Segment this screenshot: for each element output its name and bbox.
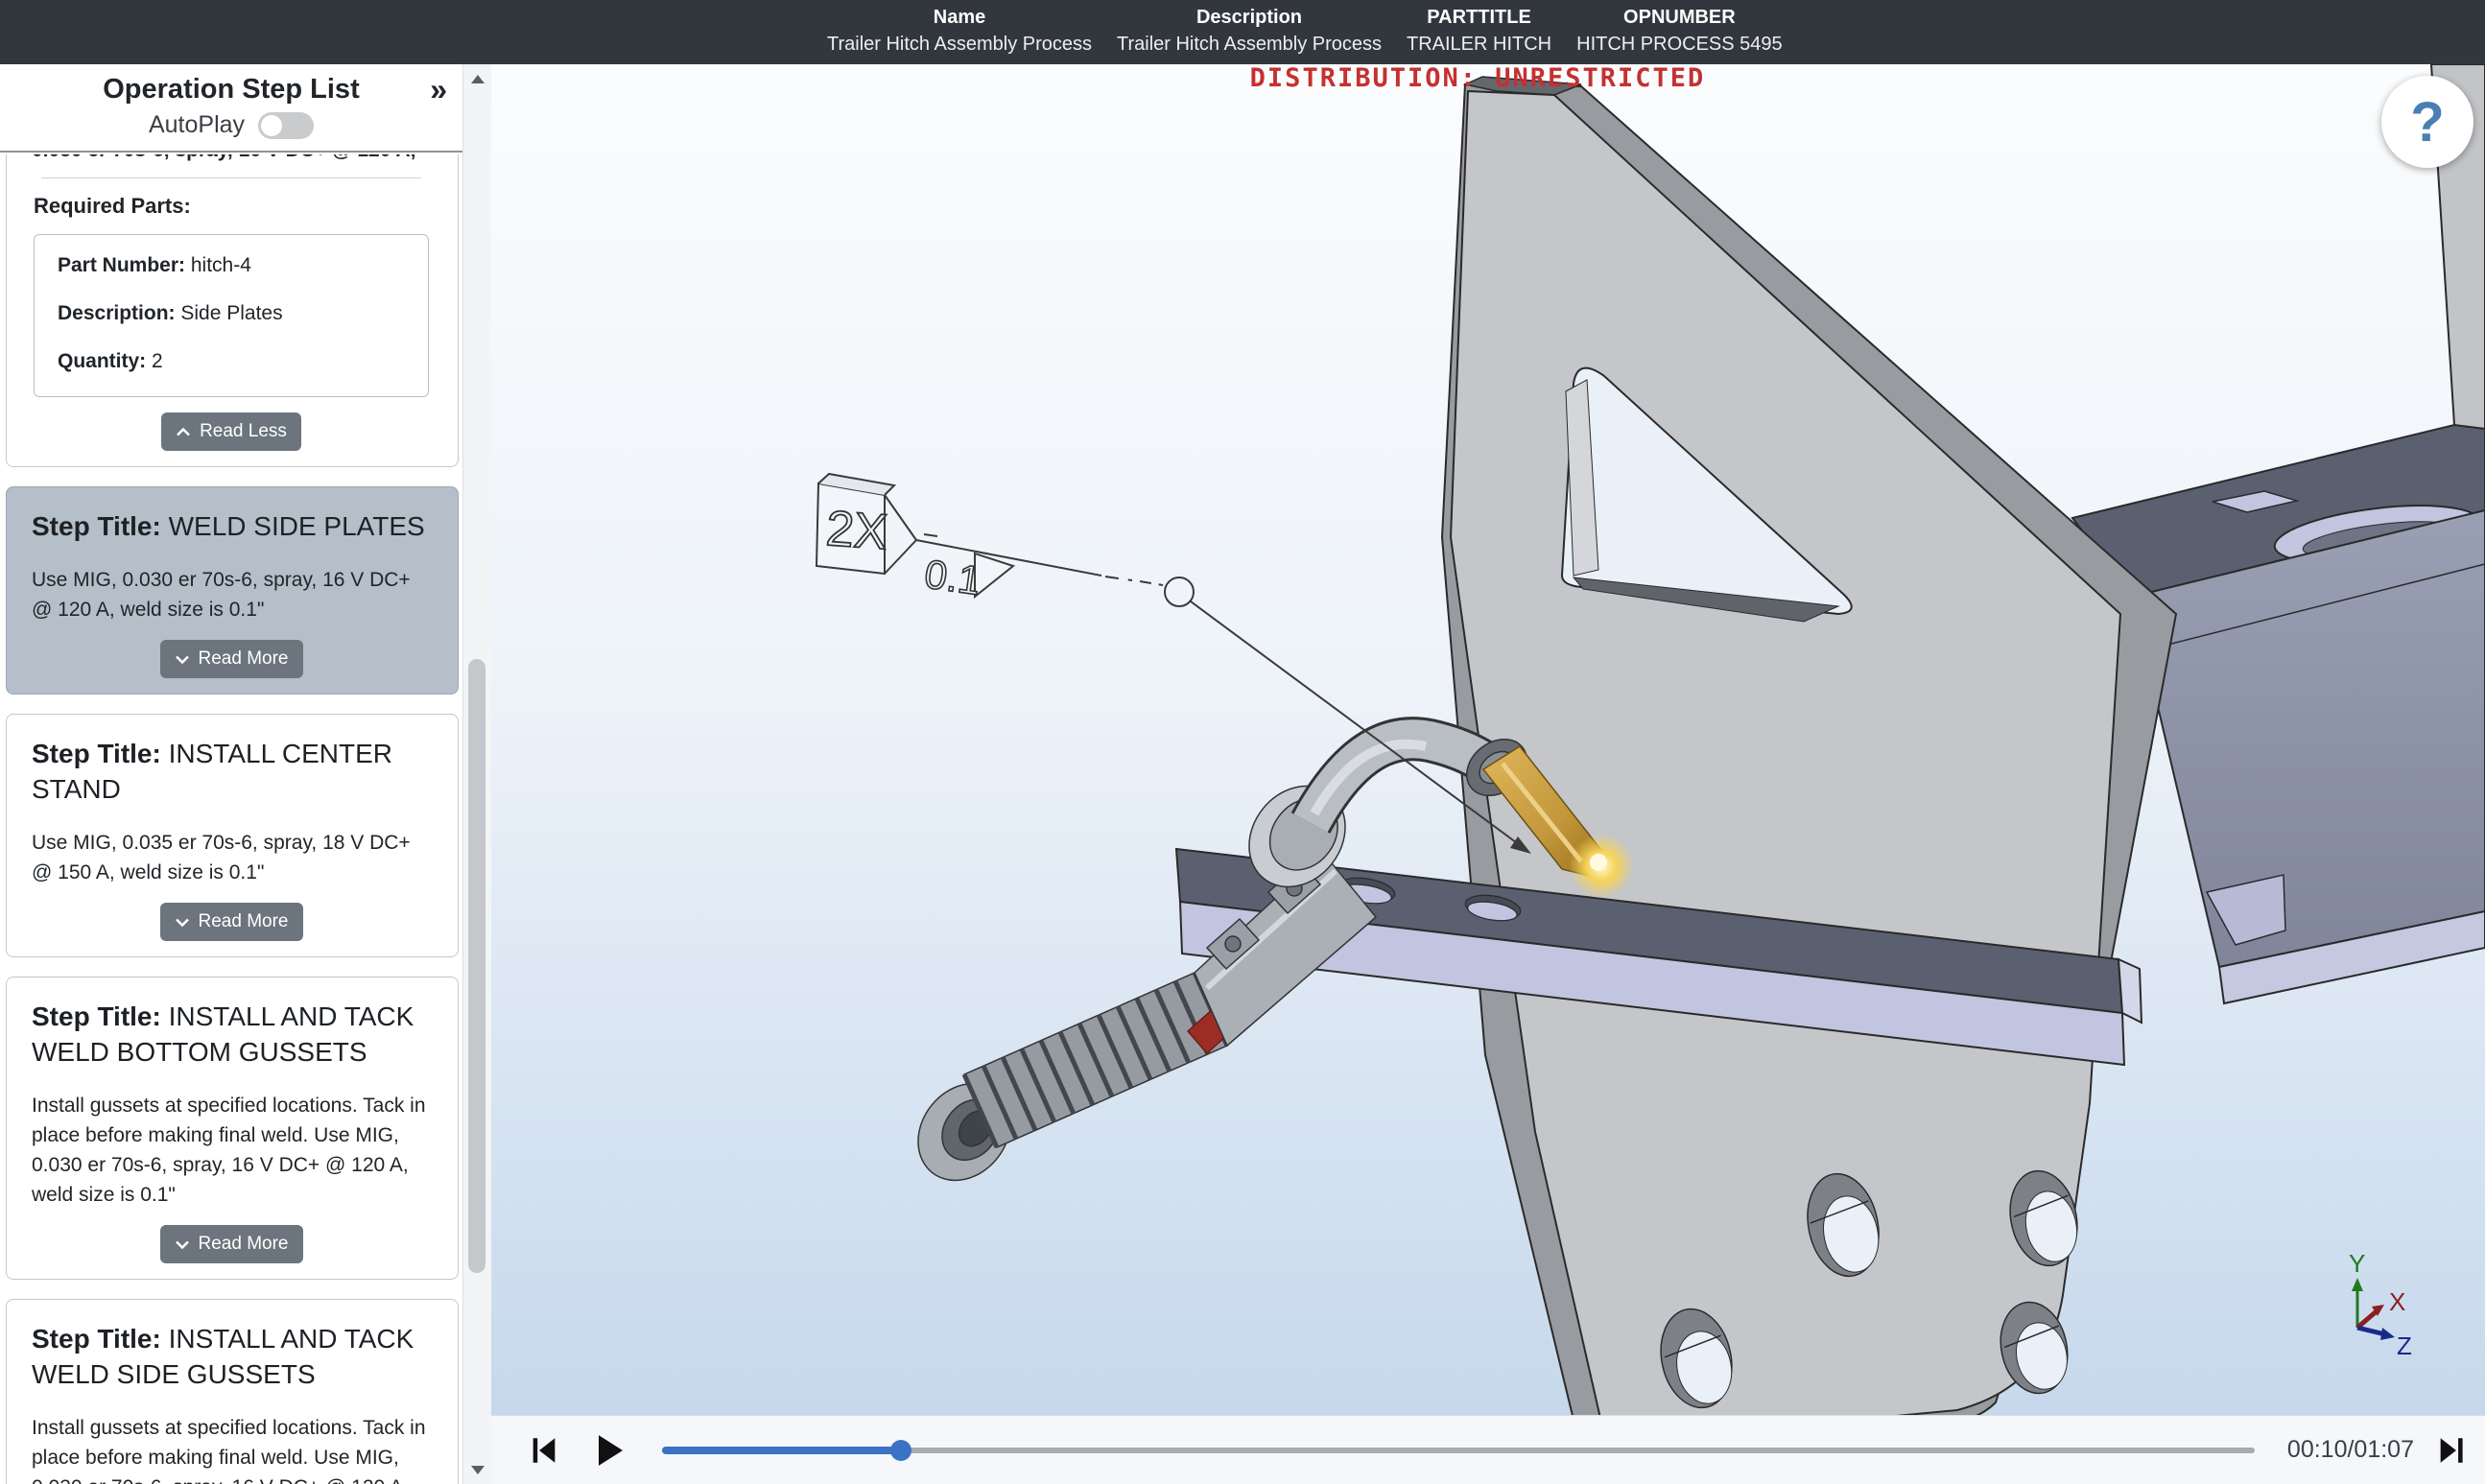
step-title: Step Title: WELD SIDE PLATES: [32, 511, 425, 541]
part-quantity-label: Quantity:: [58, 350, 147, 372]
part-description-value: Side Plates: [180, 302, 283, 324]
part-description-row: Description: Side Plates: [58, 302, 405, 325]
chevron-down-icon: [175, 918, 189, 927]
toggle-knob: [261, 114, 283, 136]
axis-y-label: Y: [2349, 1249, 2365, 1278]
field-label: OPNUMBER: [1623, 7, 1736, 28]
distribution-notice: DISTRIBUTION: UNRESTRICTED: [1249, 63, 1706, 93]
field-value: TRAILER HITCH: [1407, 34, 1552, 55]
step-list-scroll-area[interactable]: 0.030 er 70s-6, spray, 16 V DC+ @ 120 A,…: [0, 153, 462, 1484]
read-more-button[interactable]: Read More: [159, 640, 303, 678]
sidebar-scrollbar[interactable]: [462, 64, 491, 1484]
skip-end-icon: [2440, 1437, 2463, 1463]
chevron-down-icon: [175, 655, 189, 664]
weld-flag-label: 2X: [824, 501, 889, 560]
field-value: Trailer Hitch Assembly Process: [827, 34, 1092, 55]
part-number-row: Part Number: hitch-4: [58, 254, 405, 277]
step-card-weld-side-plates[interactable]: Step Title: WELD SIDE PLATES Use MIG, 0.…: [6, 486, 459, 695]
top-header-bar: Name Trailer Hitch Assembly Process Desc…: [0, 0, 2485, 64]
step-body: Use MIG, 0.035 er 70s-6, spray, 18 V DC+…: [32, 832, 411, 883]
field-label: Description: [1195, 7, 1303, 28]
collapse-sidebar-icon[interactable]: »: [430, 72, 447, 107]
read-more-button[interactable]: Read More: [159, 1225, 303, 1263]
time-display: 00:10/01:07: [2286, 1436, 2414, 1463]
chevron-down-icon: [175, 1240, 189, 1249]
play-icon: [599, 1434, 623, 1466]
required-part-card: Part Number: hitch-4 Description: Side P…: [34, 234, 429, 397]
header-fields: Name Trailer Hitch Assembly Process Desc…: [827, 7, 1783, 56]
3d-viewport[interactable]: 2X 0.1 Y X Z: [491, 64, 2485, 1415]
slider-thumb[interactable]: [889, 1439, 911, 1461]
step-title: Step Title: INSTALL CENTER STAND: [32, 739, 393, 804]
part-number-value: hitch-4: [190, 254, 251, 276]
field-value: Trailer Hitch Assembly Process: [1117, 34, 1382, 55]
field-value: HITCH PROCESS 5495: [1576, 34, 1783, 55]
autoplay-label: AutoPlay: [148, 111, 246, 138]
step-card-tack-weld-bottom-gussets[interactable]: Step Title: INSTALL AND TACK WELD BOTTOM…: [6, 977, 459, 1280]
operation-step-sidebar: Operation Step List » AutoPlay 0.030 er …: [0, 64, 491, 1484]
sidebar-title: Operation Step List: [103, 74, 360, 105]
part-description-label: Description:: [58, 302, 176, 324]
play-button[interactable]: [589, 1431, 627, 1470]
read-more-button[interactable]: Read More: [159, 903, 303, 941]
step-title: Step Title: INSTALL AND TACK WELD BOTTOM…: [32, 1001, 414, 1067]
axis-z-label: Z: [2397, 1331, 2412, 1360]
question-mark-icon: ?: [2410, 90, 2445, 153]
scrollbar-thumb[interactable]: [468, 659, 485, 1273]
part-quantity-value: 2: [152, 350, 163, 372]
field-label: PARTTITLE: [1427, 7, 1531, 28]
part-number-label: Part Number:: [58, 254, 186, 276]
autoplay-toggle[interactable]: [258, 111, 315, 139]
clipped-body-text: 0.030 er 70s-6, spray, 16 V DC+ @ 120 A,: [32, 154, 431, 168]
chevron-up-icon: [177, 427, 190, 436]
divider: [41, 177, 421, 178]
step-body: Install gussets at specified locations. …: [32, 1417, 426, 1484]
required-parts-heading: Required Parts:: [34, 194, 191, 218]
scrollbar-up-arrow[interactable]: [463, 64, 492, 93]
step-title: Step Title: INSTALL AND TACK WELD SIDE G…: [32, 1324, 414, 1389]
autoplay-row: AutoPlay: [0, 111, 462, 139]
read-less-button[interactable]: Read Less: [161, 412, 301, 451]
step-body: Use MIG, 0.030 er 70s-6, spray, 16 V DC+…: [32, 569, 411, 621]
playback-bar: 00:10/01:07: [491, 1415, 2485, 1484]
skip-to-end-button[interactable]: [2435, 1434, 2468, 1467]
sidebar-header: Operation Step List » AutoPlay: [0, 64, 462, 153]
part-quantity-row: Quantity: 2: [58, 350, 405, 373]
help-button[interactable]: ?: [2381, 76, 2473, 168]
triangle-down-icon: [471, 1465, 485, 1474]
triangle-up-icon: [471, 74, 485, 83]
scrollbar-down-arrow[interactable]: [463, 1455, 492, 1484]
step-card-expanded-partial[interactable]: 0.030 er 70s-6, spray, 16 V DC+ @ 120 A,…: [6, 154, 459, 467]
header-field-parttitle: PARTTITLE TRAILER HITCH: [1407, 7, 1551, 56]
step-body: Install gussets at specified locations. …: [32, 1095, 426, 1206]
weld-tolerance-label: 0.1: [922, 551, 983, 603]
step-card-install-center-stand[interactable]: Step Title: INSTALL CENTER STAND Use MIG…: [6, 714, 459, 957]
sidebar-panel: Operation Step List » AutoPlay 0.030 er …: [0, 64, 462, 1484]
skip-start-icon: [532, 1437, 556, 1463]
progress-slider[interactable]: [662, 1439, 2255, 1461]
header-field-description: Description Trailer Hitch Assembly Proce…: [1117, 7, 1382, 56]
step-card-tack-weld-side-gussets[interactable]: Step Title: INSTALL AND TACK WELD SIDE G…: [6, 1299, 459, 1484]
field-label: Name: [933, 7, 986, 28]
progress-fill: [662, 1446, 901, 1454]
header-field-name: Name Trailer Hitch Assembly Process: [827, 7, 1092, 56]
axis-x-label: X: [2389, 1287, 2405, 1316]
skip-to-start-button[interactable]: [528, 1434, 560, 1467]
header-field-opnumber: OPNUMBER HITCH PROCESS 5495: [1576, 7, 1783, 56]
